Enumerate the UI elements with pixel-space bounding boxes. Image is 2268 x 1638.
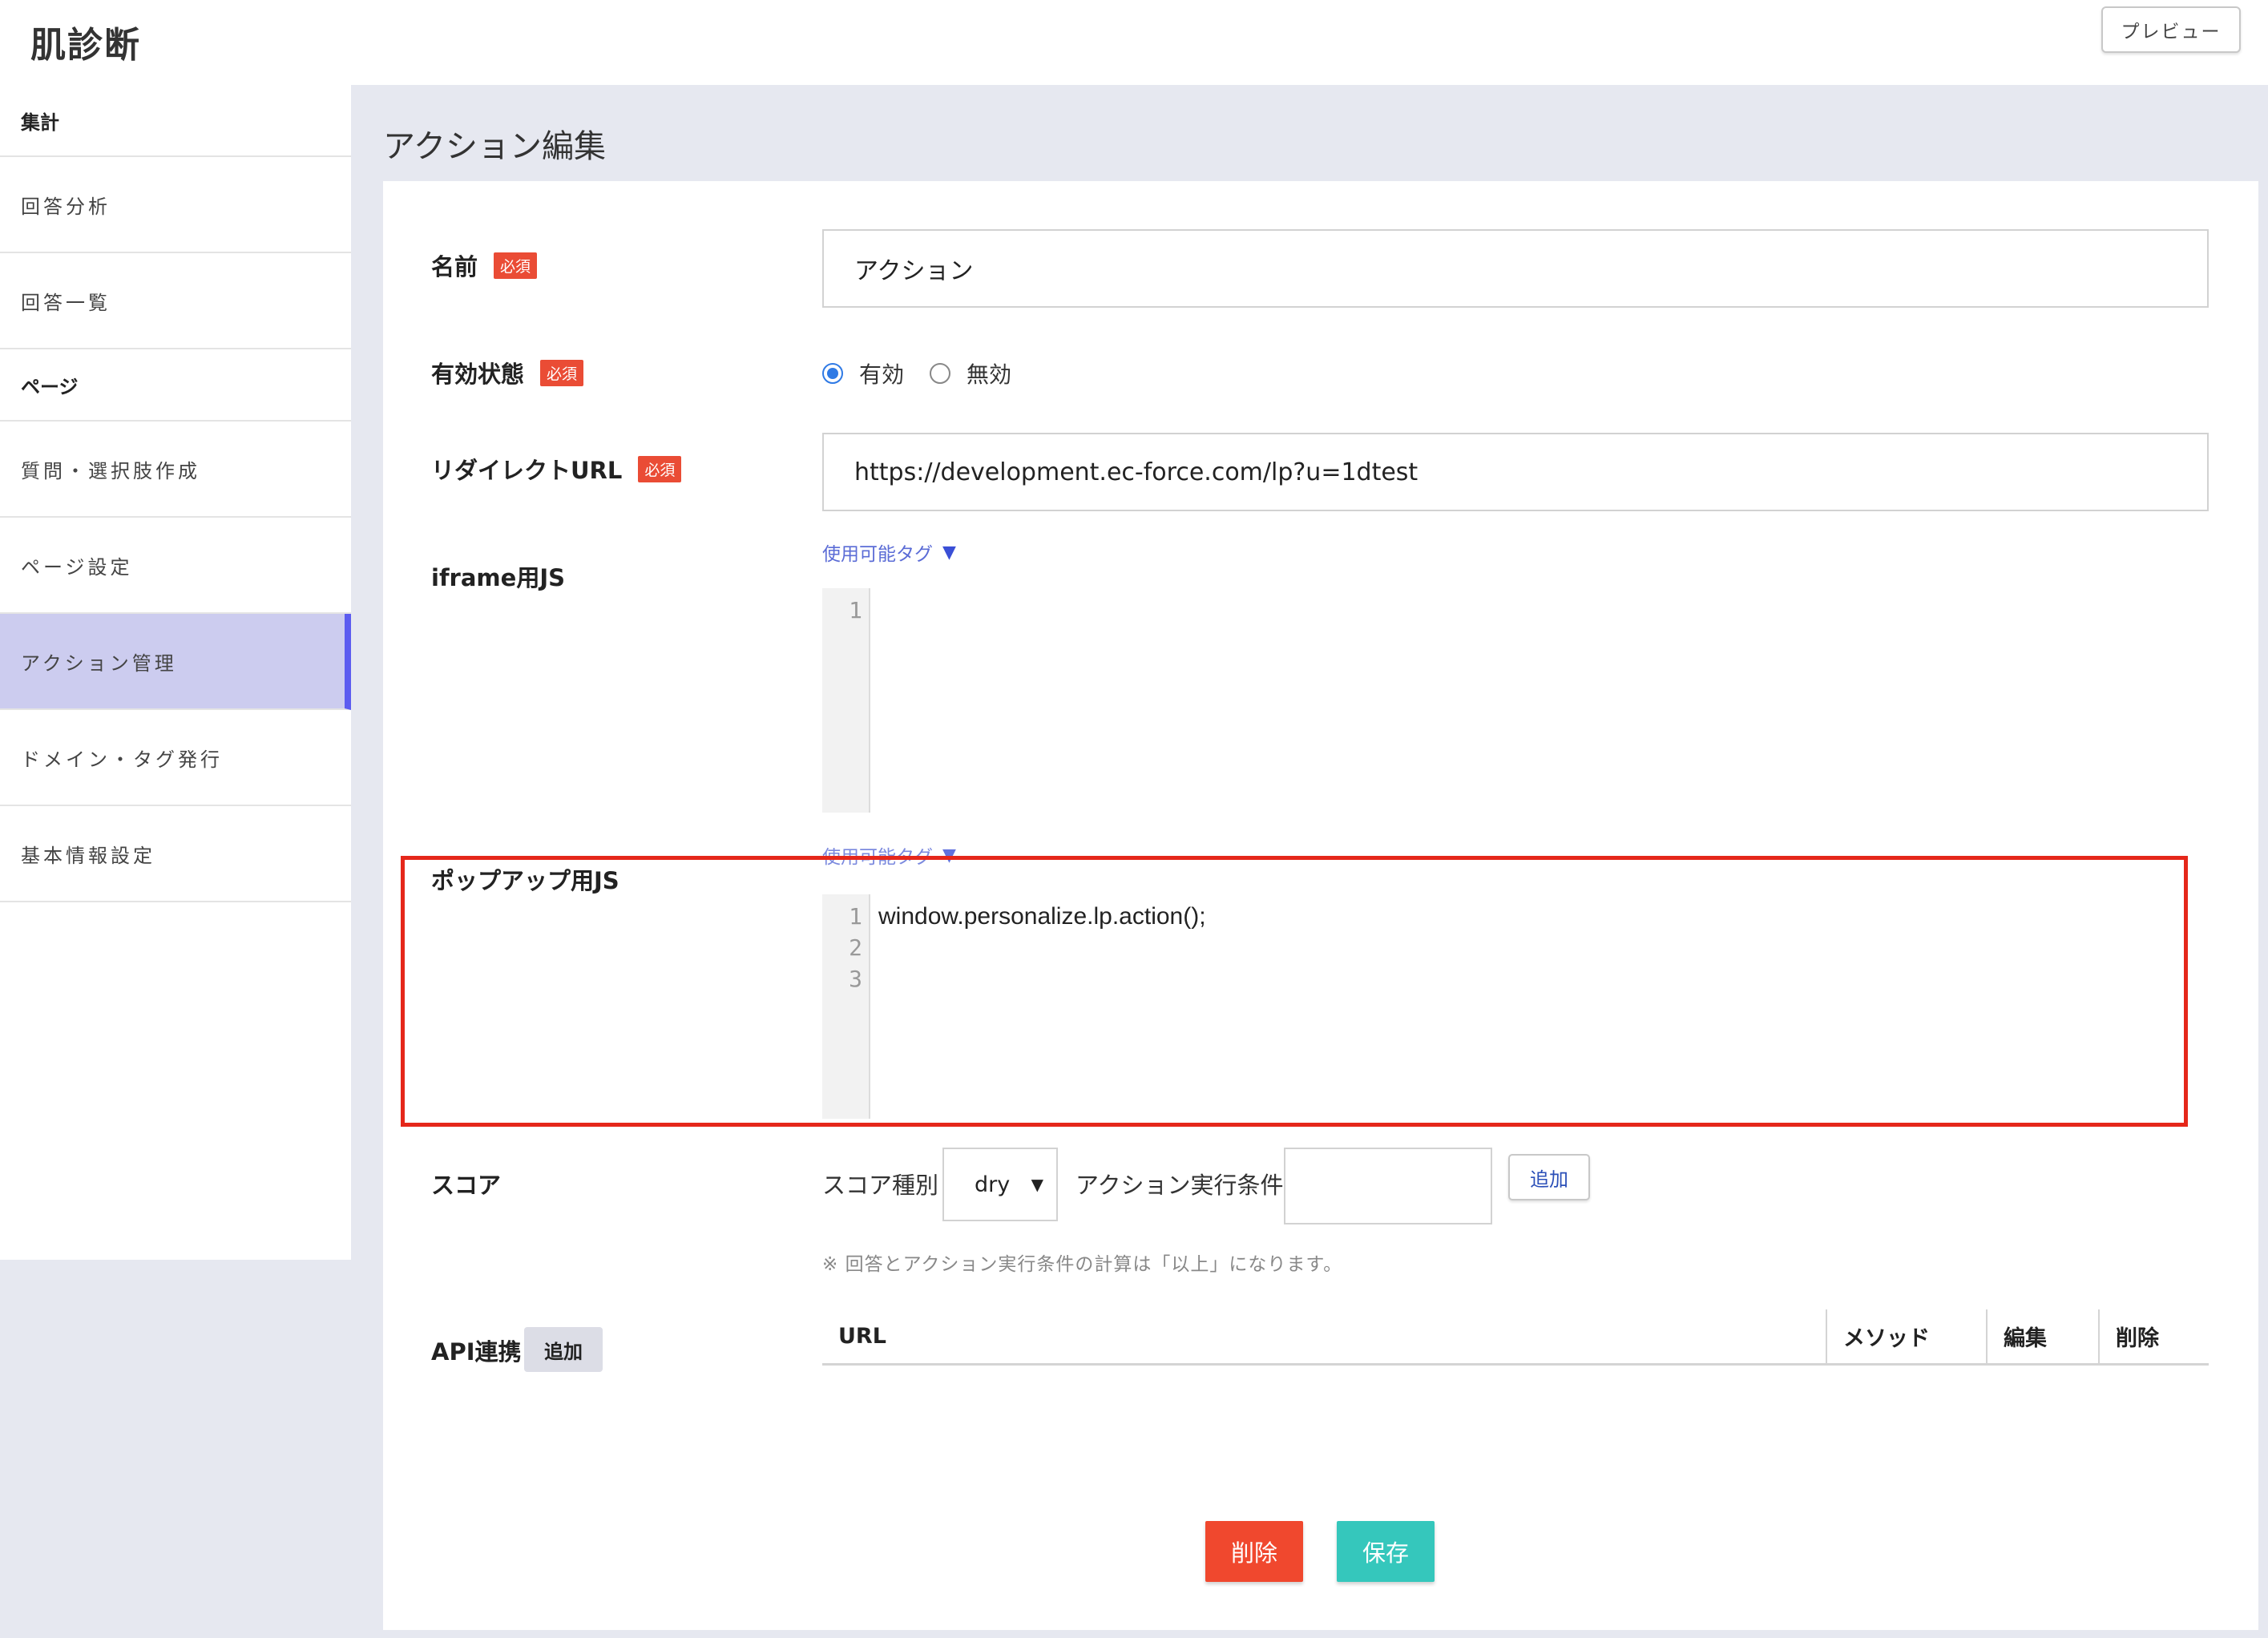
status-enabled-radio[interactable]: [822, 363, 843, 384]
required-badge: 必須: [638, 455, 682, 482]
sidebar: 集計 回答分析 回答一覧 ページ 質問・選択肢作成 ページ設定 アクション管理 …: [0, 85, 351, 1260]
top-header: 肌診断 プレビュー: [0, 0, 2268, 85]
api-col-url: URL: [838, 1324, 886, 1349]
required-badge: 必須: [540, 359, 584, 386]
triangle-down-icon: ▼: [942, 542, 956, 563]
save-button[interactable]: 保存: [1337, 1521, 1435, 1582]
api-col-method: メソッド: [1826, 1309, 1986, 1363]
api-col-edit: 編集: [1986, 1309, 2098, 1363]
status-enabled-label[interactable]: 有効: [859, 357, 904, 389]
usable-tags-label: 使用可能タグ: [822, 544, 933, 565]
score-type-label: スコア種別: [822, 1172, 939, 1199]
score-note: ※ 回答とアクション実行条件の計算は「以上」になります。: [822, 1254, 1343, 1275]
action-condition-input[interactable]: [1284, 1148, 1492, 1224]
status-radio-group: 有効 無効: [822, 357, 1011, 389]
redirect-url-label: リダイレクトURL 必須: [431, 452, 682, 486]
iframe-js-gutter: 1: [822, 588, 870, 813]
iframe-js-code[interactable]: [870, 588, 878, 813]
score-label: スコア: [431, 1167, 501, 1200]
caret-down-icon: ▼: [1031, 1175, 1043, 1194]
sidebar-item-answer-list[interactable]: 回答一覧: [0, 253, 351, 349]
score-add-button[interactable]: 追加: [1508, 1154, 1590, 1200]
name-label: 名前 必須: [431, 248, 538, 282]
sidebar-item-action-manage[interactable]: アクション管理: [0, 614, 351, 710]
name-label-text: 名前: [431, 253, 478, 280]
api-add-button[interactable]: 追加: [524, 1327, 603, 1372]
score-type-select[interactable]: dry ▼: [942, 1148, 1058, 1221]
line-number: 1: [849, 597, 862, 623]
api-label-text: API連携: [431, 1338, 522, 1366]
iframe-js-label-text: iframe用JS: [431, 564, 565, 591]
api-label: API連携: [431, 1333, 522, 1367]
api-col-delete: 削除: [2098, 1309, 2209, 1363]
score-type-value: dry: [975, 1172, 1011, 1197]
app-title: 肌診断: [30, 25, 141, 66]
redirect-url-input[interactable]: https://development.ec-force.com/lp?u=1d…: [822, 433, 2209, 511]
iframe-js-editor[interactable]: 1: [822, 588, 2209, 813]
sidebar-section-pages: ページ: [0, 349, 351, 422]
status-label: 有効状態 必須: [431, 356, 584, 389]
usable-tags-toggle-iframe[interactable]: 使用可能タグ ▼: [822, 539, 956, 566]
delete-button[interactable]: 削除: [1205, 1521, 1303, 1582]
sidebar-item-page-settings[interactable]: ページ設定: [0, 518, 351, 614]
required-badge: 必須: [494, 252, 538, 279]
status-label-text: 有効状態: [431, 361, 525, 388]
sidebar-item-answer-analysis[interactable]: 回答分析: [0, 157, 351, 253]
sidebar-item-domain-tag[interactable]: ドメイン・タグ発行: [0, 710, 351, 806]
sidebar-item-question-create[interactable]: 質問・選択肢作成: [0, 422, 351, 518]
status-disabled-radio[interactable]: [930, 363, 951, 384]
action-condition-label: アクション実行条件: [1075, 1172, 1284, 1199]
redirect-url-label-text: リダイレクトURL: [431, 457, 623, 484]
sidebar-item-basic-info[interactable]: 基本情報設定: [0, 806, 351, 902]
status-disabled-label[interactable]: 無効: [967, 357, 1011, 389]
iframe-js-label: iframe用JS: [431, 559, 565, 593]
sidebar-section-stats: 集計: [0, 85, 351, 157]
highlight-annotation-box: [401, 856, 2188, 1127]
name-input[interactable]: アクション: [822, 229, 2209, 308]
api-table-header: URL メソッド 編集 削除: [822, 1309, 2209, 1366]
preview-button[interactable]: プレビュー: [2101, 6, 2241, 53]
score-label-text: スコア: [431, 1172, 502, 1199]
page-title: アクション編集: [383, 128, 606, 165]
